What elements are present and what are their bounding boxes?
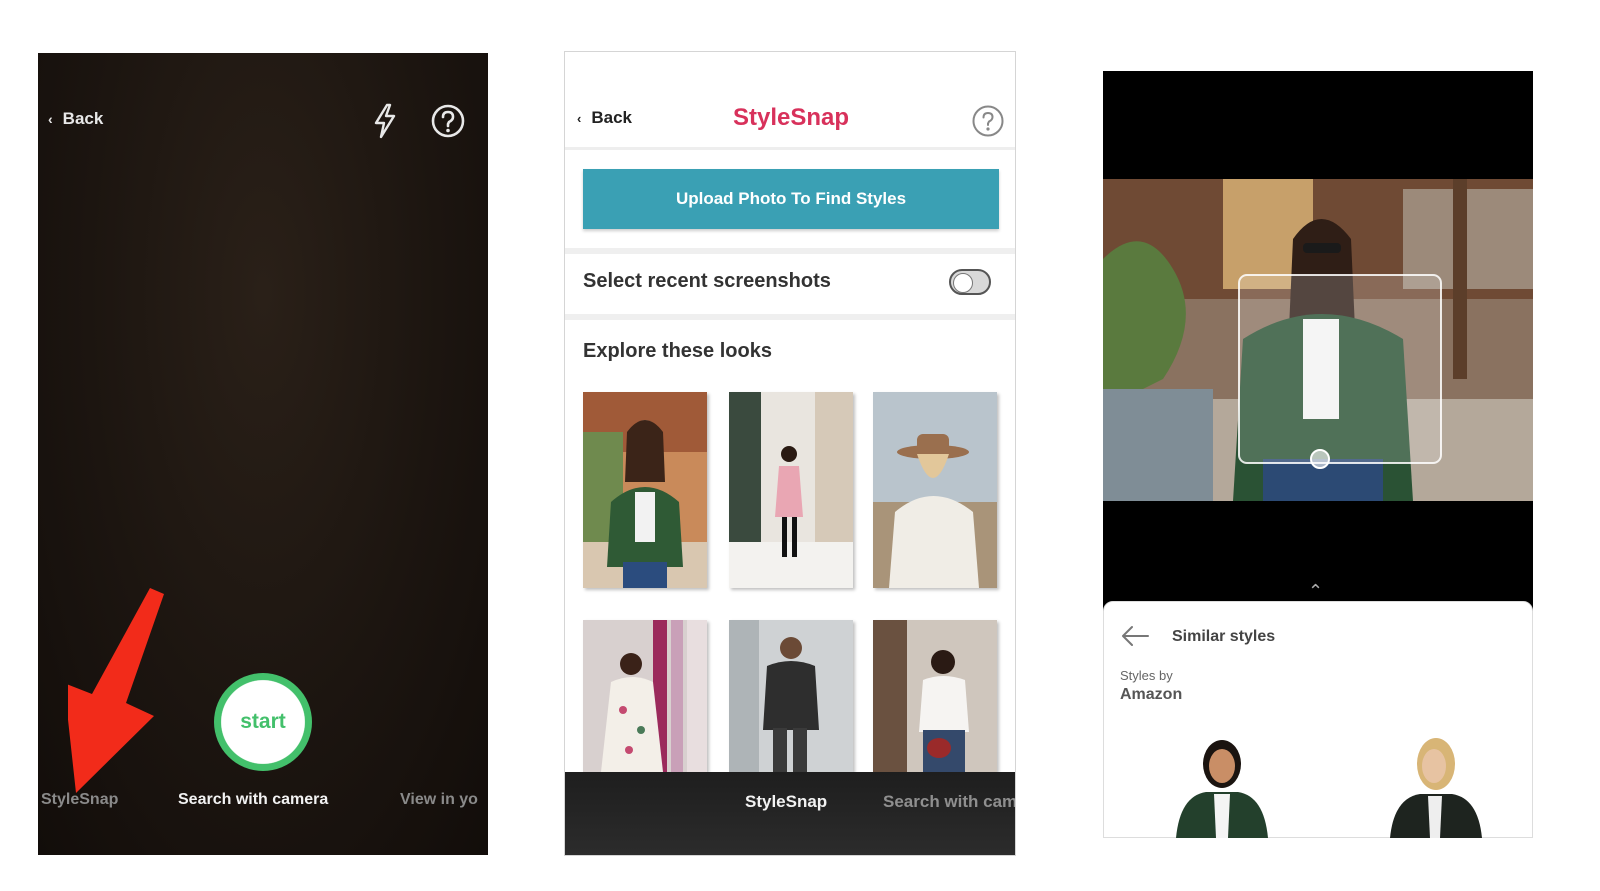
mode-search-with-camera[interactable]: Search with cam xyxy=(883,792,1015,812)
back-label: Back xyxy=(62,109,104,128)
stylesnap-screen: ‹ Back StyleSnap Upload Photo To Find St… xyxy=(564,51,1016,856)
chevron-up-icon[interactable]: ⌃ xyxy=(1308,581,1323,602)
mode-stylesnap[interactable]: StyleSnap xyxy=(41,791,118,809)
look-thumbnail[interactable] xyxy=(729,392,853,588)
look-thumbnail[interactable] xyxy=(583,620,707,772)
look-thumbnail[interactable] xyxy=(873,392,997,588)
arrow-left-icon[interactable] xyxy=(1120,624,1150,648)
mode-search-with-camera[interactable]: Search with camera xyxy=(178,791,328,809)
camera-screen: ‹ Back start StyleSnap Search with camer… xyxy=(38,53,488,855)
flash-icon[interactable] xyxy=(370,103,400,139)
styles-by-label: Styles by xyxy=(1120,668,1173,683)
mode-view-in-your-room[interactable]: View in yo xyxy=(400,791,488,809)
upload-photo-button[interactable]: Upload Photo To Find Styles xyxy=(583,169,999,229)
divider xyxy=(565,314,1015,320)
product-image[interactable] xyxy=(1384,734,1488,838)
help-icon[interactable] xyxy=(430,103,466,139)
annotation-arrow xyxy=(68,588,164,793)
divider xyxy=(565,248,1015,254)
results-screen: ⌃ Similar styles Styles by Amazon xyxy=(1103,71,1533,838)
start-button[interactable]: start xyxy=(214,673,312,771)
camera-mode-bar: StyleSnap Search with camera View in yo xyxy=(38,791,488,815)
brand-name: Amazon xyxy=(1120,686,1183,703)
look-thumbnail[interactable] xyxy=(583,392,707,588)
chevron-left-icon: ‹ xyxy=(48,111,53,127)
similar-styles-title: Similar styles xyxy=(1172,628,1276,645)
mode-stylesnap[interactable]: StyleSnap xyxy=(745,792,827,812)
look-thumbnail[interactable] xyxy=(729,620,853,772)
start-label: start xyxy=(240,710,286,733)
stage: ‹ Back start StyleSnap Search with camer… xyxy=(0,0,1600,891)
look-thumbnail[interactable] xyxy=(873,620,997,772)
product-image[interactable] xyxy=(1166,734,1276,838)
recent-screenshots-label: Select recent screenshots xyxy=(583,270,831,292)
help-icon[interactable] xyxy=(971,104,1005,138)
explore-heading: Explore these looks xyxy=(583,340,772,362)
snapped-photo xyxy=(1103,179,1533,501)
back-button[interactable]: ‹ Back xyxy=(48,109,103,129)
page-title: StyleSnap xyxy=(732,104,850,131)
similar-styles-sheet: Similar styles Styles by Amazon xyxy=(1103,601,1533,838)
recent-screenshots-toggle[interactable] xyxy=(949,269,991,295)
stylesnap-header: ‹ Back StyleSnap xyxy=(565,52,1015,150)
bottom-mode-bar: StyleSnap Search with cam xyxy=(565,772,1015,855)
